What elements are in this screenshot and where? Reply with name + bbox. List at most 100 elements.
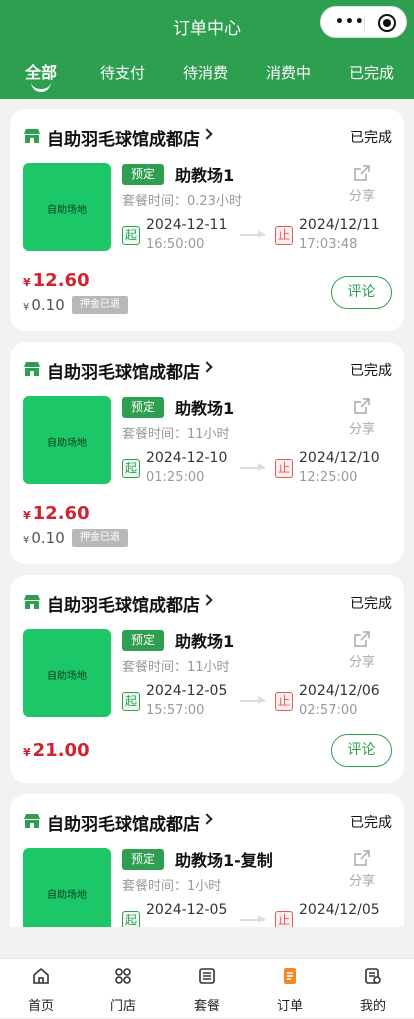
order-list[interactable]: 自助羽毛球馆成都店 已完成 自助场地 预定 助教场1 套餐时间：0.23小时 分… <box>0 99 414 927</box>
header-bar: 订单中心 ••• 全部 待支付 待消费 消费中 已完成 <box>0 0 414 99</box>
review-button[interactable]: 评论 <box>331 734 392 767</box>
tab-pending-payment[interactable]: 待支付 <box>100 62 145 84</box>
miniprogram-capsule[interactable]: ••• <box>320 6 407 38</box>
tabbar-profile[interactable]: 我的 <box>332 959 414 1019</box>
shop-name[interactable]: 自助羽毛球馆成都店 <box>47 810 200 835</box>
share-icon <box>354 850 370 866</box>
order-price: ¥12.60 <box>23 503 90 524</box>
chevron-right-icon[interactable] <box>201 361 213 373</box>
package-duration: 套餐时间：11小时 <box>122 660 230 675</box>
price-value: 12.60 <box>32 503 90 524</box>
tabbar-orders[interactable]: 订单 <box>249 959 331 1019</box>
package-name: 助教场1 <box>175 632 235 651</box>
share-icon <box>354 631 370 647</box>
end-time: 17:03:48 <box>299 237 358 252</box>
end-tag: 止 <box>275 459 293 478</box>
arrow-right-icon <box>240 230 265 238</box>
tabbar-home[interactable]: 首页 <box>0 959 82 1019</box>
venue-thumbnail[interactable]: 自助场地 <box>23 848 111 927</box>
order-card[interactable]: 自助羽毛球馆成都店 已完成 自助场地 预定 助教场1 套餐时间：0.23小时 分… <box>10 109 404 331</box>
currency-symbol: ¥ <box>23 302 30 313</box>
start-tag: 起 <box>122 459 140 478</box>
order-card[interactable]: 自助羽毛球馆成都店 已完成 自助场地 预定 助教场1 套餐时间：11小时 分享 … <box>10 342 404 564</box>
share-label: 分享 <box>348 189 375 204</box>
order-card[interactable]: 自助羽毛球馆成都店 已完成 自助场地 预定 助教场1 套餐时间：11小时 分享 … <box>10 575 404 783</box>
end-date: 2024/12/05 <box>299 902 380 918</box>
end-date: 2024/12/11 <box>299 217 380 233</box>
currency-symbol: ¥ <box>23 746 31 759</box>
package-duration: 套餐时间：1小时 <box>122 879 222 894</box>
tabbar-label: 我的 <box>359 999 386 1014</box>
end-date: 2024/12/10 <box>299 450 380 466</box>
end-tag: 止 <box>275 911 293 927</box>
share-button[interactable]: 分享 <box>344 165 380 204</box>
tab-pending-use[interactable]: 待消费 <box>183 62 228 84</box>
tab-in-use[interactable]: 消费中 <box>266 62 311 84</box>
thumbnail-label: 自助场地 <box>47 890 87 901</box>
currency-symbol: ¥ <box>23 276 31 289</box>
order-status: 已完成 <box>350 815 392 831</box>
active-tab-indicator <box>31 82 51 92</box>
end-time: 12:25:00 <box>299 470 358 485</box>
shop-icon <box>24 814 40 828</box>
share-button[interactable]: 分享 <box>344 631 380 670</box>
end-date: 2024/12/06 <box>299 683 380 699</box>
price-value: 12.60 <box>32 270 90 291</box>
price-value: 21.00 <box>32 740 90 761</box>
share-button[interactable]: 分享 <box>344 398 380 437</box>
venue-thumbnail[interactable]: 自助场地 <box>23 163 111 251</box>
tabbar-store[interactable]: 门店 <box>82 959 164 1019</box>
chevron-right-icon[interactable] <box>201 594 213 606</box>
start-time: 01:25:00 <box>146 470 205 485</box>
start-time: 16:50:00 <box>146 237 205 252</box>
order-status: 已完成 <box>350 596 392 612</box>
start-tag: 起 <box>122 226 140 245</box>
tab-completed[interactable]: 已完成 <box>349 62 394 84</box>
venue-thumbnail[interactable]: 自助场地 <box>23 629 111 717</box>
order-icon <box>284 968 296 984</box>
chevron-right-icon[interactable] <box>201 128 213 140</box>
close-target-icon[interactable] <box>378 14 396 32</box>
share-icon <box>354 398 370 414</box>
deposit-value: 0.10 <box>31 296 65 314</box>
deposit-value: 0.10 <box>31 529 65 547</box>
shop-name[interactable]: 自助羽毛球馆成都店 <box>47 125 200 150</box>
end-tag: 止 <box>275 226 293 245</box>
package-name: 助教场1-复制 <box>175 851 273 870</box>
shop-icon <box>24 129 40 143</box>
start-date: 2024-12-05 <box>146 683 228 699</box>
share-label: 分享 <box>348 655 375 670</box>
bottom-tab-bar: 首页 门店 套餐 订单 我的 <box>0 958 414 1018</box>
arrow-right-icon <box>240 463 265 471</box>
shop-name[interactable]: 自助羽毛球馆成都店 <box>47 591 200 616</box>
tabbar-package[interactable]: 套餐 <box>166 959 248 1019</box>
thumbnail-label: 自助场地 <box>47 438 87 449</box>
package-icon <box>199 968 215 984</box>
tabbar-label: 订单 <box>276 999 303 1014</box>
share-button[interactable]: 分享 <box>344 850 380 889</box>
thumbnail-label: 自助场地 <box>47 205 87 216</box>
package-duration: 套餐时间：0.23小时 <box>122 194 242 209</box>
tabbar-label: 首页 <box>27 999 54 1014</box>
more-icon[interactable]: ••• <box>335 15 365 29</box>
tabbar-label: 套餐 <box>193 999 220 1014</box>
tab-all[interactable]: 全部 <box>25 62 57 84</box>
shop-name[interactable]: 自助羽毛球馆成都店 <box>47 358 200 383</box>
venue-thumbnail[interactable]: 自助场地 <box>23 396 111 484</box>
start-tag: 起 <box>122 692 140 711</box>
order-price: ¥12.60 <box>23 270 90 291</box>
currency-symbol: ¥ <box>23 509 31 522</box>
chevron-right-icon[interactable] <box>201 813 213 825</box>
store-icon <box>115 968 131 984</box>
order-card[interactable]: 自助羽毛球馆成都店 已完成 自助场地 预定 助教场1-复制 套餐时间：1小时 分… <box>10 794 404 927</box>
review-button[interactable]: 评论 <box>331 276 392 309</box>
start-date: 2024-12-10 <box>146 450 228 466</box>
booking-badge: 预定 <box>122 164 165 185</box>
share-label: 分享 <box>348 874 375 889</box>
end-tag: 止 <box>275 692 293 711</box>
order-price: ¥21.00 <box>23 740 90 761</box>
order-status: 已完成 <box>350 130 392 146</box>
start-date: 2024-12-05 <box>146 902 228 918</box>
shop-icon <box>24 595 40 609</box>
deposit-refunded-tag: 押金已退 <box>72 529 128 547</box>
